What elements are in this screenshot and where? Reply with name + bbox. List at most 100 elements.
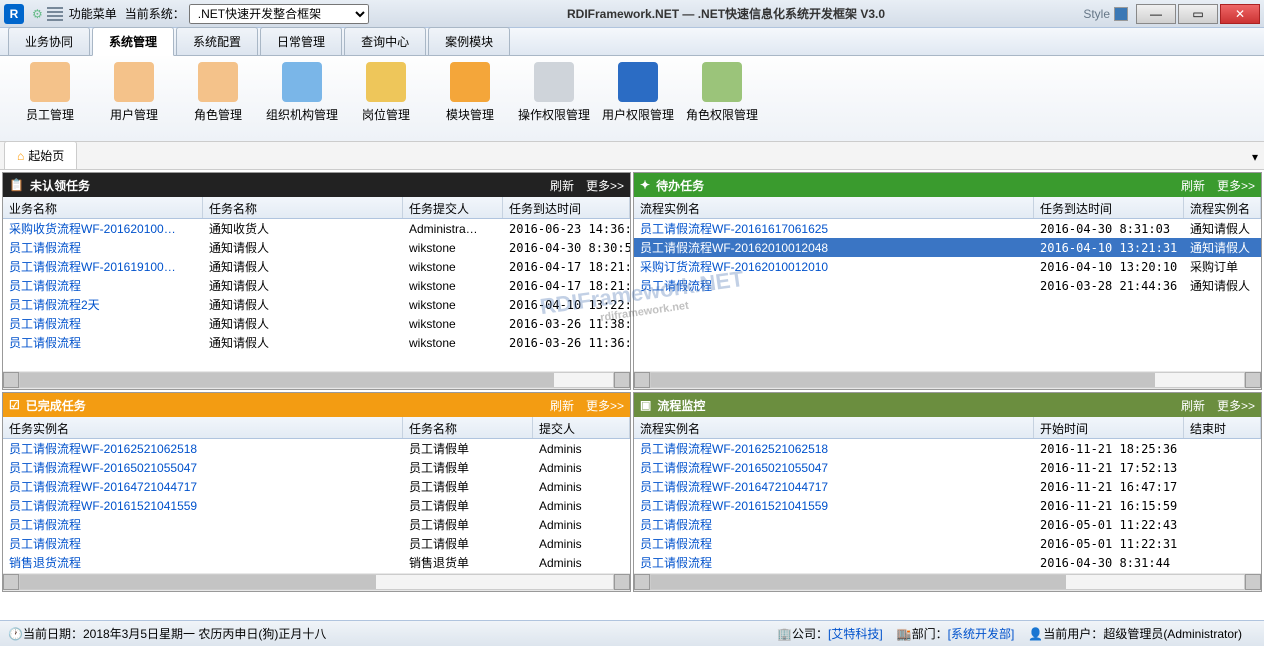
menu-label[interactable]: 功能菜单	[69, 5, 117, 22]
cell[interactable]: 员工请假流程WF-20161521041559	[634, 496, 1034, 515]
cell[interactable]: 员工请假流程	[634, 276, 1034, 295]
main-tab-0[interactable]: 业务协同	[8, 27, 90, 55]
table-row[interactable]: 员工请假流程WF-20165021055047员工请假单Adminis	[3, 458, 630, 477]
cell[interactable]: 员工请假流程2天	[3, 295, 203, 314]
column-header[interactable]: 结束时	[1184, 417, 1261, 438]
table-row[interactable]: 员工请假流程WF-201647210447172016-11-21 16:47:…	[634, 477, 1261, 496]
table-row[interactable]: 员工请假流程WF-201625210625182016-11-21 18:25:…	[634, 439, 1261, 458]
column-header[interactable]: 任务名称	[403, 417, 533, 438]
horizontal-scrollbar[interactable]	[634, 371, 1261, 389]
cell[interactable]: 员工请假流程	[634, 515, 1034, 534]
style-label[interactable]: Style	[1083, 7, 1110, 21]
table-row[interactable]: 员工请假流程WF-201616170616252016-04-30 8:31:0…	[634, 219, 1261, 238]
column-header[interactable]: 任务到达时间	[1034, 197, 1184, 218]
column-header[interactable]: 业务名称	[3, 197, 203, 218]
cell[interactable]: 采购收货流程WF-201620100…	[3, 219, 203, 238]
cell[interactable]: 员工请假流程WF-20164721044717	[634, 477, 1034, 496]
more-link[interactable]: 更多>>	[1217, 397, 1255, 414]
table-row[interactable]: 员工请假流程通知请假人wikstone2016-03-26 11:38:	[3, 314, 630, 333]
tab-start-page[interactable]: ⌂ 起始页	[4, 141, 77, 169]
cell[interactable]: 员工请假流程WF-20162010012048	[634, 238, 1034, 257]
main-tab-5[interactable]: 案例模块	[428, 27, 510, 55]
cell[interactable]: 员工请假流程WF-201619100…	[3, 257, 203, 276]
table-row[interactable]: 员工请假流程WF-20164721044717员工请假单Adminis	[3, 477, 630, 496]
table-row[interactable]: 员工请假流程2016-04-30 8:31:44	[634, 553, 1261, 572]
dept-link[interactable]: [系统开发部]	[948, 625, 1015, 642]
table-row[interactable]: 员工请假流程员工请假单Adminis	[3, 515, 630, 534]
more-link[interactable]: 更多>>	[586, 177, 624, 194]
refresh-link[interactable]: 刷新	[1181, 397, 1205, 414]
horizontal-scrollbar[interactable]	[3, 573, 630, 591]
column-header[interactable]: 提交人	[533, 417, 630, 438]
table-row[interactable]: 员工请假流程WF-201615210415592016-11-21 16:15:…	[634, 496, 1261, 515]
table-row[interactable]: 员工请假流程WF-201650210550472016-11-21 17:52:…	[634, 458, 1261, 477]
table-row[interactable]: 员工请假流程2016-05-01 11:22:31	[634, 534, 1261, 553]
column-header[interactable]: 流程实例名	[1184, 197, 1261, 218]
ribbon-item-5[interactable]: 模块管理	[428, 60, 512, 137]
scroll-left-icon[interactable]	[3, 372, 19, 388]
table-row[interactable]: 员工请假流程员工请假单Adminis	[3, 534, 630, 553]
ribbon-item-6[interactable]: 操作权限管理	[512, 60, 596, 137]
table-row[interactable]: 销售退货流程销售退货单Adminis	[3, 553, 630, 572]
main-tab-3[interactable]: 日常管理	[260, 27, 342, 55]
table-row[interactable]: 员工请假流程WF-20162521062518员工请假单Adminis	[3, 439, 630, 458]
more-link[interactable]: 更多>>	[1217, 177, 1255, 194]
minimize-button[interactable]: —	[1136, 4, 1176, 24]
horizontal-scrollbar[interactable]	[634, 573, 1261, 591]
cell[interactable]: 销售退货流程	[3, 553, 403, 572]
main-tab-4[interactable]: 查询中心	[344, 27, 426, 55]
table-row[interactable]: 员工请假流程2016-05-01 11:22:43	[634, 515, 1261, 534]
scroll-right-icon[interactable]	[614, 372, 630, 388]
cell[interactable]: 员工请假流程	[634, 534, 1034, 553]
cell[interactable]: 员工请假流程	[3, 534, 403, 553]
table-row[interactable]: 采购收货流程WF-201620100…通知收货人Administra…2016-…	[3, 219, 630, 238]
style-color-picker[interactable]	[1114, 7, 1128, 21]
table-row[interactable]: 员工请假流程2016-03-28 21:44:36通知请假人	[634, 276, 1261, 295]
ribbon-item-4[interactable]: 岗位管理	[344, 60, 428, 137]
cell[interactable]: 员工请假流程WF-20165021055047	[3, 458, 403, 477]
ribbon-item-1[interactable]: 用户管理	[92, 60, 176, 137]
horizontal-scrollbar[interactable]	[3, 371, 630, 389]
menu-icon[interactable]	[47, 7, 63, 21]
table-row[interactable]: 员工请假流程通知请假人wikstone2016-04-17 18:21:	[3, 276, 630, 295]
ribbon-item-7[interactable]: 用户权限管理	[596, 60, 680, 137]
table-row[interactable]: 员工请假流程WF-201620100120482016-04-10 13:21:…	[634, 238, 1261, 257]
column-header[interactable]: 任务提交人	[403, 197, 503, 218]
cell[interactable]: 员工请假流程	[3, 238, 203, 257]
ribbon-item-3[interactable]: 组织机构管理	[260, 60, 344, 137]
table-row[interactable]: 采购订货流程WF-201620100120102016-04-10 13:20:…	[634, 257, 1261, 276]
cell[interactable]: 员工请假流程WF-20164721044717	[3, 477, 403, 496]
tab-dropdown-icon[interactable]: ▾	[1252, 150, 1258, 164]
close-button[interactable]: ✕	[1220, 4, 1260, 24]
more-link[interactable]: 更多>>	[586, 397, 624, 414]
cell[interactable]: 员工请假流程WF-20161617061625	[634, 219, 1034, 238]
main-tab-1[interactable]: 系统管理	[92, 27, 174, 56]
table-row[interactable]: 员工请假流程WF-201619100…通知请假人wikstone2016-04-…	[3, 257, 630, 276]
refresh-link[interactable]: 刷新	[1181, 177, 1205, 194]
cell[interactable]: 员工请假流程WF-20162521062518	[634, 439, 1034, 458]
ribbon-item-2[interactable]: 角色管理	[176, 60, 260, 137]
cell[interactable]: 员工请假流程	[3, 314, 203, 333]
ribbon-item-8[interactable]: 角色权限管理	[680, 60, 764, 137]
table-row[interactable]: 员工请假流程2天通知请假人wikstone2016-04-10 13:22:	[3, 295, 630, 314]
cell[interactable]: 员工请假流程WF-20162521062518	[3, 439, 403, 458]
cell[interactable]: 员工请假流程	[3, 333, 203, 352]
table-row[interactable]: 员工请假流程通知请假人wikstone2016-03-26 11:36:	[3, 333, 630, 352]
cell[interactable]: 员工请假流程	[3, 515, 403, 534]
table-row[interactable]: 员工请假流程WF-20161521041559员工请假单Adminis	[3, 496, 630, 515]
maximize-button[interactable]: ▭	[1178, 4, 1218, 24]
cell[interactable]: 员工请假流程WF-20161521041559	[3, 496, 403, 515]
cell[interactable]: 员工请假流程	[3, 276, 203, 295]
system-select[interactable]: .NET快速开发整合框架	[189, 4, 369, 24]
refresh-link[interactable]: 刷新	[550, 397, 574, 414]
column-header[interactable]: 任务到达时间	[503, 197, 630, 218]
refresh-link[interactable]: 刷新	[550, 177, 574, 194]
cell[interactable]: 员工请假流程	[634, 553, 1034, 572]
column-header[interactable]: 流程实例名	[634, 197, 1034, 218]
column-header[interactable]: 任务实例名	[3, 417, 403, 438]
column-header[interactable]: 任务名称	[203, 197, 403, 218]
ribbon-item-0[interactable]: 员工管理	[8, 60, 92, 137]
cell[interactable]: 员工请假流程WF-20165021055047	[634, 458, 1034, 477]
cell[interactable]: 采购订货流程WF-20162010012010	[634, 257, 1034, 276]
column-header[interactable]: 流程实例名	[634, 417, 1034, 438]
